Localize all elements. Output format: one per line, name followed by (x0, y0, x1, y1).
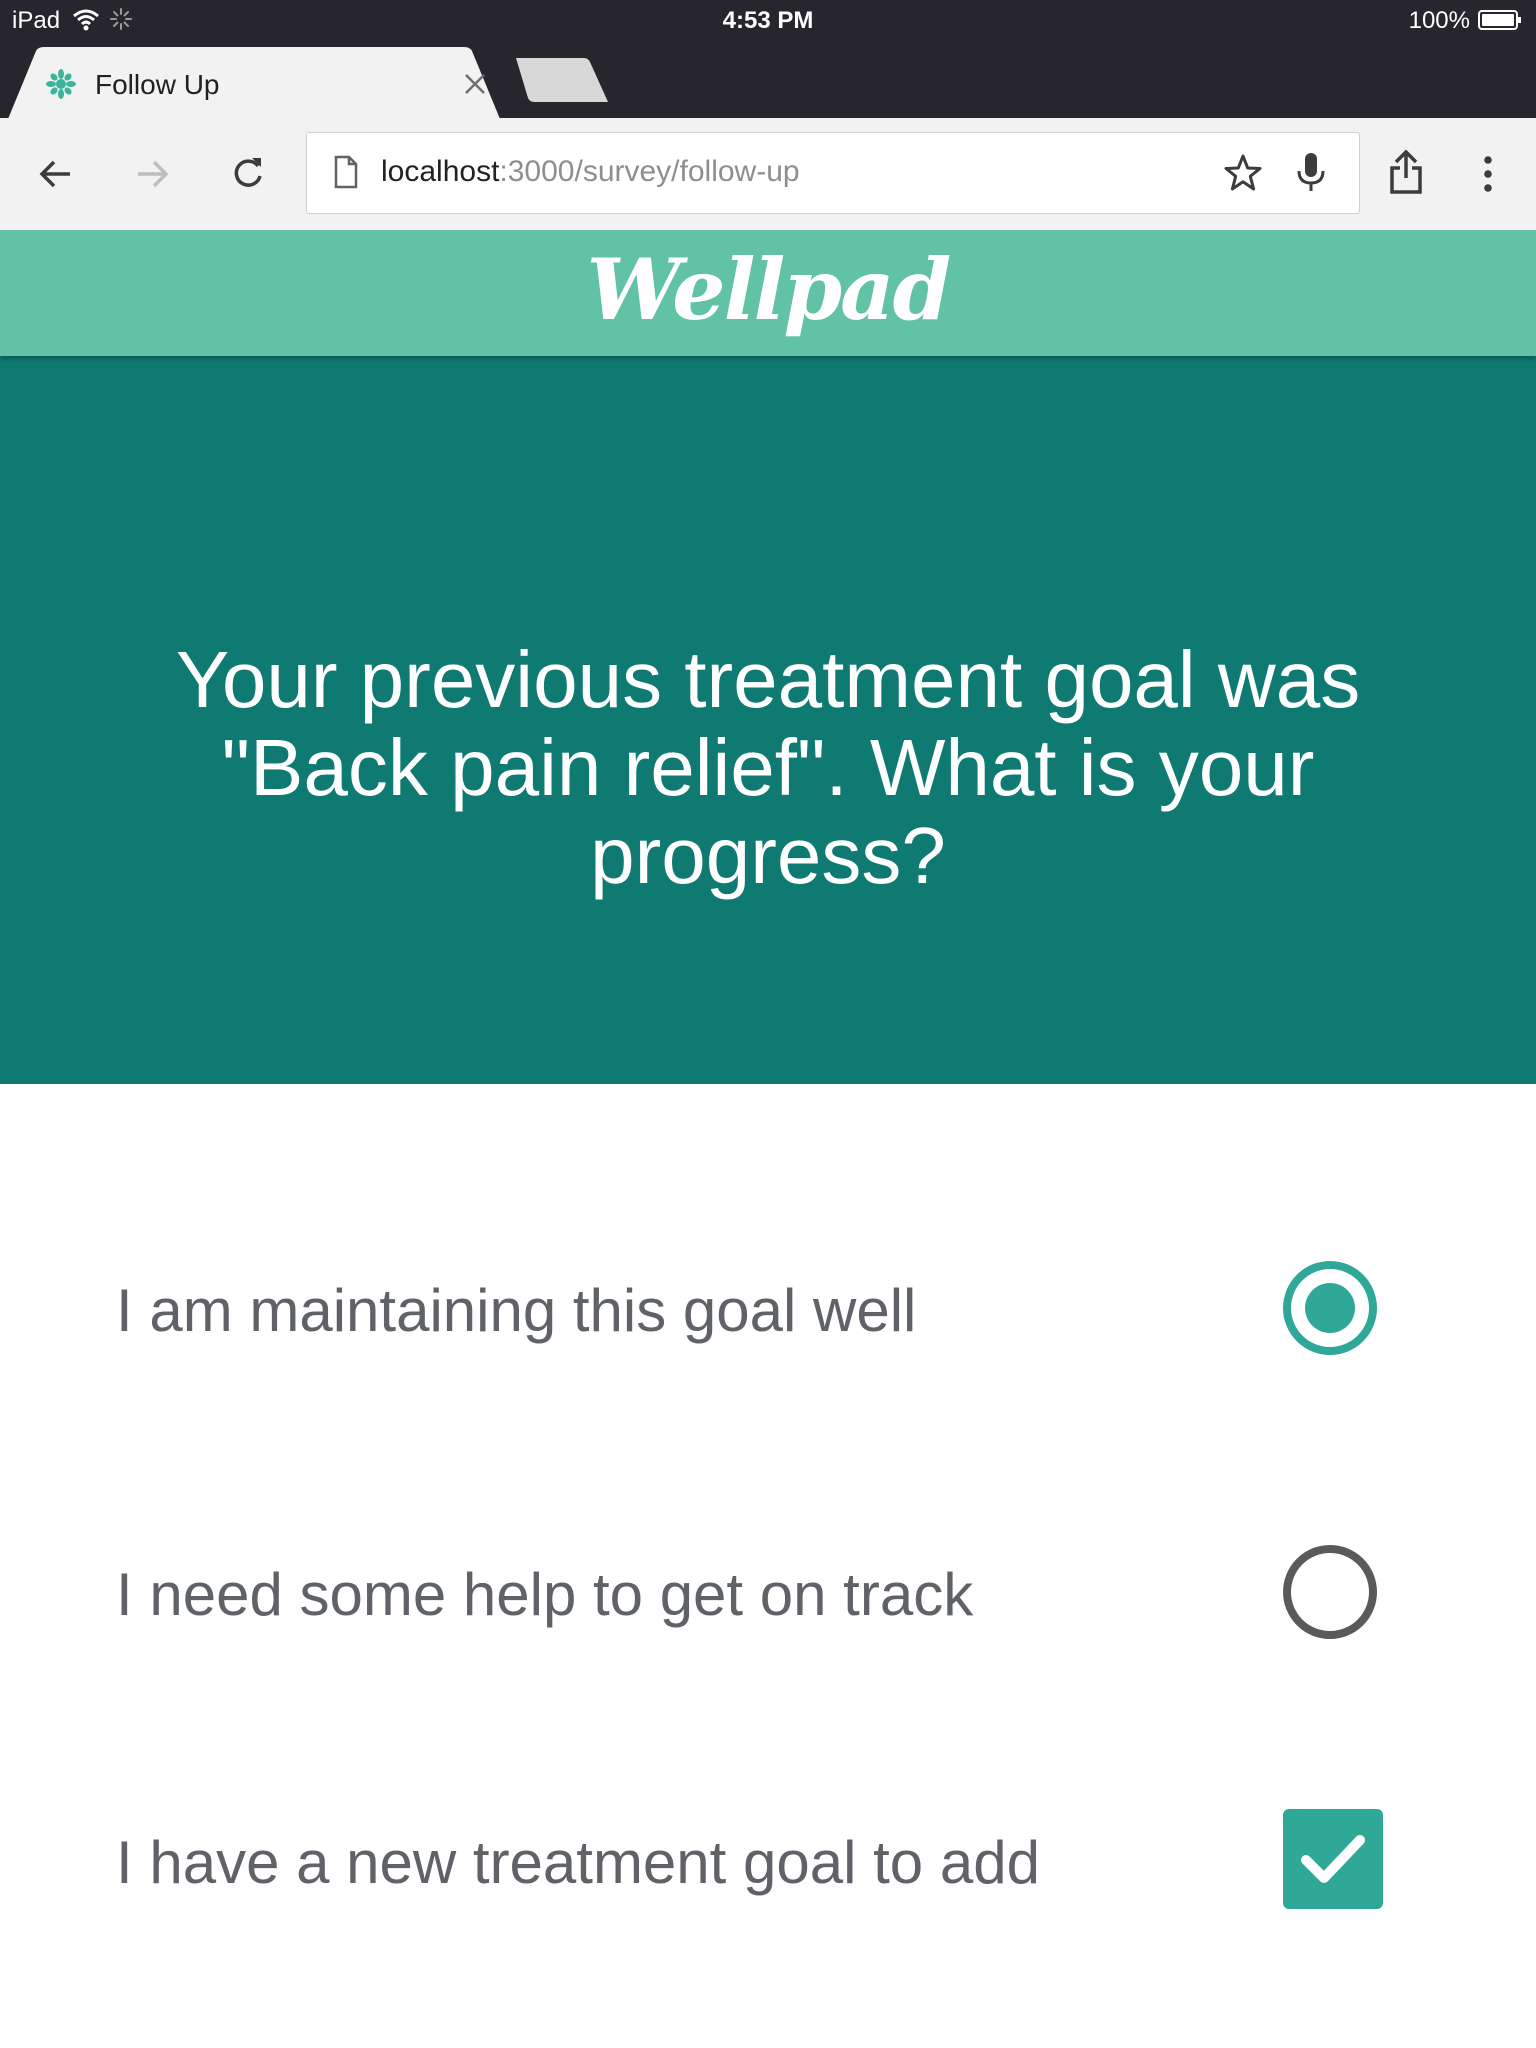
more-options-icon[interactable] (1466, 152, 1510, 196)
wellpad-logo: Wellpad (586, 240, 952, 339)
question-line-1: Your previous treatment goal was (175, 635, 1361, 724)
checkbox-checked[interactable] (1282, 1808, 1384, 1910)
close-tab-icon[interactable] (462, 71, 488, 97)
question-line-3: progress? (590, 811, 946, 900)
option-label: I need some help to get on track (116, 1561, 974, 1628)
share-icon[interactable] (1384, 148, 1428, 196)
microphone-icon[interactable] (1291, 151, 1331, 195)
tab-background (8, 47, 500, 119)
browser-toolbar: localhost:3000/survey/follow-up (0, 118, 1536, 231)
question-banner: Your previous treatment goal was "Back p… (0, 356, 1536, 1084)
url-text: localhost:3000/survey/follow-up (381, 155, 800, 189)
option-label: I am maintaining this goal well (116, 1277, 917, 1344)
address-bar[interactable]: localhost:3000/survey/follow-up (306, 132, 1360, 214)
option-new-goal[interactable]: I have a new treatment goal to add (0, 1800, 1536, 1920)
option-maintaining-goal[interactable]: I am maintaining this goal well (0, 1248, 1536, 1368)
bookmark-star-icon[interactable] (1223, 153, 1263, 193)
question-line-2: "Back pain relief". What is your (221, 723, 1315, 812)
status-bar: iPad 4:53 PM 100% (0, 0, 1536, 40)
radio-unselected[interactable] (1280, 1542, 1380, 1642)
tab-follow-up[interactable]: Follow Up (8, 47, 500, 119)
reload-icon[interactable] (226, 152, 270, 196)
option-label: I have a new treatment goal to add (116, 1829, 1040, 1896)
url-path: :3000/survey/follow-up (499, 155, 800, 188)
battery-icon (1478, 10, 1521, 30)
wellpad-favicon-icon (46, 69, 76, 99)
back-arrow-icon[interactable] (34, 152, 78, 196)
app-header: Wellpad (0, 230, 1536, 356)
new-tab-button[interactable] (516, 58, 610, 102)
page-icon (334, 155, 358, 189)
status-time: 4:53 PM (722, 7, 814, 34)
tab-title: Follow Up (95, 69, 220, 100)
tab-strip: Follow Up (0, 40, 1536, 119)
url-host: localhost (381, 155, 500, 188)
radio-selected[interactable] (1280, 1258, 1380, 1358)
survey-question: Your previous treatment goal was "Back p… (120, 636, 1416, 900)
forward-arrow-icon[interactable] (130, 152, 174, 196)
option-need-help[interactable]: I need some help to get on track (0, 1532, 1536, 1652)
battery-percentage: 100% (1408, 7, 1470, 34)
